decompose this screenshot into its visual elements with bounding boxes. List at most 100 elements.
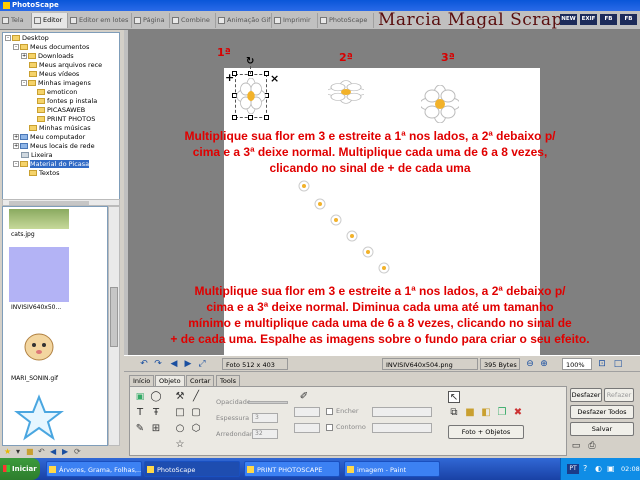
forward-arrow-icon[interactable]: ▶ [62,448,70,456]
thumbnail-star[interactable] [9,391,69,443]
circle-icon[interactable]: ○ [174,423,186,435]
folder-up-icon[interactable]: ▾ [16,448,24,456]
delete-icon[interactable]: ✖ [512,407,524,419]
small-daisy[interactable] [298,180,310,192]
tab-gif-animation[interactable]: Animação Gif [216,13,272,28]
eyedropper-icon[interactable]: ✐ [298,391,310,403]
next-icon[interactable]: ▶ [182,358,194,370]
exif-badge[interactable]: EXIF [580,14,597,25]
tree-item-fonts[interactable]: fontes p instala [37,97,97,106]
rotate-left-icon[interactable]: ↶ [38,448,46,456]
outline-color-box[interactable] [294,423,320,433]
resize-handle[interactable] [264,71,269,76]
text-style-icon[interactable]: Ŧ [150,407,162,419]
tree-item-my-music[interactable]: Minhas músicas [29,124,91,133]
tab-combine[interactable]: Combine [170,13,216,28]
pointer-icon[interactable]: ↖ [448,391,460,403]
fb-badge-2[interactable]: FB [620,14,637,25]
small-daisy[interactable] [362,246,374,258]
thumbnail-mari-sonin[interactable] [9,319,69,371]
rotate-left-icon[interactable]: ↶ [138,358,150,370]
save-button[interactable]: Salvar [570,422,634,436]
rounded-rectangle-icon[interactable]: ▢ [190,407,202,419]
tree-item-picasa-material[interactable]: - Material do Picasa [13,160,90,169]
resize-handle[interactable] [248,115,253,120]
radius-input[interactable]: 32 [252,429,278,439]
thickness-input[interactable]: 3 [252,413,278,423]
delete-close-icon[interactable]: × [270,72,279,85]
resize-handle[interactable] [232,115,237,120]
tab-editor[interactable]: Editor [32,13,68,28]
folder-tree[interactable]: - Desktop - Meus documentos + Downloads Meu… [2,32,120,200]
daisy-flower-2[interactable] [328,80,364,104]
tree-item-network[interactable]: + Meus locais de rede [13,142,95,151]
new-file-icon[interactable]: ▭ [570,440,582,452]
language-indicator[interactable]: PT [567,464,579,474]
small-daisy[interactable] [346,230,358,242]
tab-tela[interactable]: Tela [0,13,32,28]
thumbnail-vertical-scrollbar[interactable] [108,206,120,446]
undo-all-button[interactable]: Desfazer Todos [570,405,634,419]
favorite-star-icon[interactable]: ★ [4,448,12,456]
tree-item-picasaweb[interactable]: PICASAWEB [37,106,85,115]
tree-item-received-files[interactable]: Meus arquivos rece [29,61,102,70]
tab-object[interactable]: Objeto [155,375,185,386]
tab-home[interactable]: Início [129,375,155,386]
refresh-icon[interactable]: ⟳ [74,448,82,456]
hexagon-icon[interactable]: ⬡ [190,423,202,435]
open-folder-icon[interactable]: ■ [26,448,34,456]
thumbnail-list[interactable]: cats.jpg INVISIV640x50... MARI_SONIN.gif [2,206,108,446]
tab-print[interactable]: Imprimir [272,13,318,28]
tree-item-texts[interactable]: Textos [29,169,60,178]
zoom-field[interactable]: 100% [562,358,592,370]
small-daisy[interactable] [330,214,342,226]
tree-item-my-videos[interactable]: Meus vídeos [29,70,79,79]
scroll-thumb[interactable] [9,201,89,205]
star-shape-icon[interactable]: ☆ [174,439,186,451]
zoom-out-icon[interactable]: ⊖ [524,358,536,370]
speech-bubble-icon[interactable]: ◯ [150,391,162,403]
back-arrow-icon[interactable]: ◀ [50,448,58,456]
fullscreen-icon[interactable]: □ [612,358,624,370]
task-photoscape[interactable]: PhotoScape [144,461,240,477]
fit-icon[interactable]: ⤢ [196,358,208,370]
resize-handle[interactable] [264,115,269,120]
tree-horizontal-scrollbar[interactable] [2,199,120,206]
tree-item-desktop[interactable]: - Desktop [5,34,49,43]
small-daisy[interactable] [378,262,390,274]
send-back-icon[interactable]: ◧ [480,407,492,419]
bring-front-icon[interactable]: ■ [464,407,476,419]
daisy-flower-1[interactable] [236,78,266,114]
task-explorer[interactable]: Árvores, Grama, Folhas,... [46,461,142,477]
rotate-right-icon[interactable]: ↷ [152,358,164,370]
photo-objects-button[interactable]: Foto + Objetos [448,425,524,439]
volume-icon[interactable]: ◐ [595,464,602,473]
tree-item-print-photos[interactable]: PRINT PHOTOS [37,115,95,124]
layer-icon[interactable]: ⧉ [448,407,460,419]
zoom-in-icon[interactable]: ⊕ [538,358,550,370]
tab-photoscape[interactable]: PhotoScape [318,13,374,28]
prev-icon[interactable]: ◀ [168,358,180,370]
tree-item-my-pictures[interactable]: - Minhas imagens [21,79,91,88]
copy-icon[interactable]: ❐ [496,407,508,419]
outline-dropdown[interactable] [372,423,432,433]
brush-icon[interactable]: ✎ [134,423,146,435]
redo-button[interactable]: Refazer [604,388,634,402]
task-print-photoscape[interactable]: PRINT PHOTOSCAPE [244,461,340,477]
help-icon[interactable]: ? [583,464,587,473]
symbol-icon[interactable]: ⊞ [150,423,162,435]
tab-page[interactable]: Página [132,13,170,28]
fill-color-box[interactable] [294,407,320,417]
outline-checkbox[interactable] [326,424,333,431]
start-button[interactable]: Iniciar [0,458,40,480]
print-small-icon[interactable]: ⎙ [586,440,598,452]
fill-checkbox[interactable] [326,408,333,415]
opacity-slider[interactable] [248,401,288,404]
small-daisy[interactable] [314,198,326,210]
network-tray-icon[interactable]: ▣ [607,464,615,473]
tab-tools[interactable]: Tools [216,375,241,386]
tree-item-recycle-bin[interactable]: Lixeira [21,151,53,160]
fill-dropdown[interactable] [372,407,432,417]
thumbnail-invisiv[interactable] [9,247,69,302]
undo-button[interactable]: Desfazer [570,388,602,402]
